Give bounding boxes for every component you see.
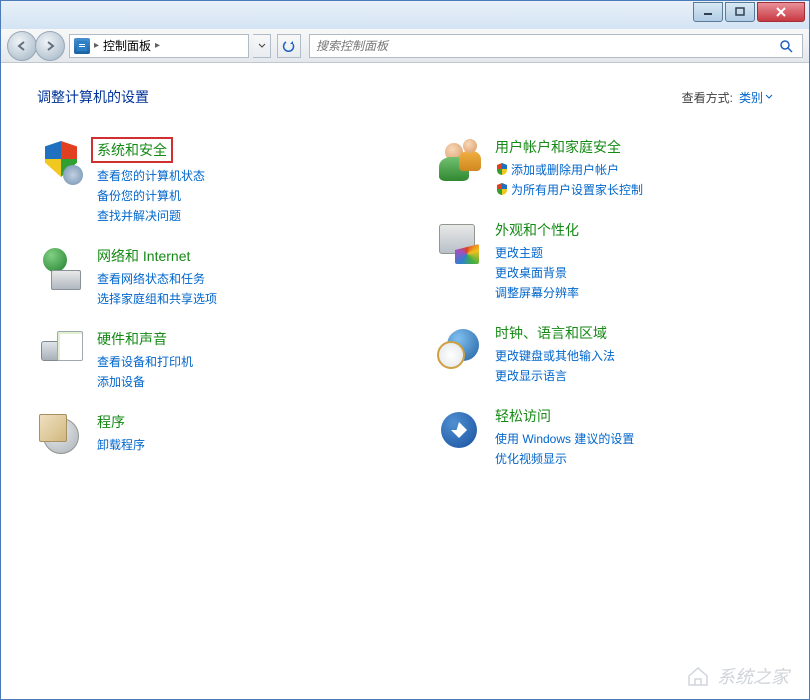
refresh-button[interactable] bbox=[277, 34, 301, 58]
search-icon bbox=[779, 39, 793, 53]
category-item: 程序卸载程序 bbox=[37, 412, 375, 460]
clock-category-icon[interactable] bbox=[435, 323, 483, 371]
content-area: 调整计算机的设置 查看方式: 类别 系统和安全查看您的计算机状态备份您的计算机查… bbox=[1, 63, 809, 493]
appearance-category-icon[interactable] bbox=[435, 220, 483, 268]
house-icon bbox=[685, 664, 711, 688]
network-category-icon[interactable] bbox=[37, 246, 85, 294]
close-icon bbox=[775, 7, 787, 17]
category-title-link[interactable]: 硬件和声音 bbox=[97, 329, 167, 349]
category-title-link[interactable]: 轻松访问 bbox=[495, 406, 551, 426]
page-title: 调整计算机的设置 bbox=[37, 87, 149, 107]
minimize-icon bbox=[703, 8, 713, 16]
search-button[interactable] bbox=[776, 39, 796, 53]
back-button[interactable] bbox=[7, 31, 37, 61]
category-sublink[interactable]: 卸载程序 bbox=[97, 435, 375, 455]
watermark: 系统之家 bbox=[685, 663, 789, 689]
chevron-down-icon bbox=[765, 94, 773, 100]
category-body: 系统和安全查看您的计算机状态备份您的计算机查找并解决问题 bbox=[97, 137, 375, 226]
category-item: 时钟、语言和区域更改键盘或其他输入法更改显示语言 bbox=[435, 323, 773, 386]
category-sublink[interactable]: 查看网络状态和任务 bbox=[97, 269, 375, 289]
category-grid: 系统和安全查看您的计算机状态备份您的计算机查找并解决问题网络和 Internet… bbox=[37, 137, 773, 469]
search-box[interactable] bbox=[309, 34, 803, 58]
uac-shield-icon bbox=[495, 162, 509, 176]
right-column: 用户帐户和家庭安全添加或删除用户帐户为所有用户设置家长控制外观和个性化更改主题更… bbox=[435, 137, 773, 469]
category-title-link[interactable]: 外观和个性化 bbox=[495, 220, 579, 240]
search-input[interactable] bbox=[316, 39, 776, 53]
category-title-link[interactable]: 用户帐户和家庭安全 bbox=[495, 137, 621, 157]
category-sublink[interactable]: 更改桌面背景 bbox=[495, 263, 773, 283]
address-dropdown-button[interactable] bbox=[253, 34, 271, 58]
chevron-down-icon bbox=[258, 43, 266, 49]
window-controls bbox=[693, 1, 805, 22]
category-sublink[interactable]: 更改显示语言 bbox=[495, 366, 773, 386]
chevron-right-icon: ▸ bbox=[94, 40, 99, 51]
shield-category-icon[interactable] bbox=[37, 137, 85, 185]
category-sublink[interactable]: 更改键盘或其他输入法 bbox=[495, 346, 773, 366]
hardware-category-icon[interactable] bbox=[37, 329, 85, 377]
minimize-button[interactable] bbox=[693, 2, 723, 22]
category-title-link[interactable]: 网络和 Internet bbox=[97, 246, 190, 266]
nav-back-forward bbox=[7, 31, 65, 61]
maximize-button[interactable] bbox=[725, 2, 755, 22]
view-mode: 查看方式: 类别 bbox=[682, 89, 773, 106]
category-sublink[interactable]: 为所有用户设置家长控制 bbox=[495, 180, 773, 200]
category-body: 轻松访问使用 Windows 建议的设置优化视频显示 bbox=[495, 406, 773, 469]
uac-shield-icon bbox=[495, 182, 509, 196]
category-item: 硬件和声音查看设备和打印机添加设备 bbox=[37, 329, 375, 392]
forward-arrow-icon bbox=[43, 39, 57, 53]
back-arrow-icon bbox=[15, 39, 29, 53]
category-sublink[interactable]: 添加设备 bbox=[97, 372, 375, 392]
titlebar bbox=[1, 1, 809, 29]
category-sublink[interactable]: 更改主题 bbox=[495, 243, 773, 263]
category-title-link[interactable]: 时钟、语言和区域 bbox=[495, 323, 607, 343]
view-mode-label: 查看方式: bbox=[682, 89, 733, 106]
view-mode-selector[interactable]: 类别 bbox=[739, 89, 773, 106]
category-item: 用户帐户和家庭安全添加或删除用户帐户为所有用户设置家长控制 bbox=[435, 137, 773, 200]
close-button[interactable] bbox=[757, 2, 805, 22]
category-body: 硬件和声音查看设备和打印机添加设备 bbox=[97, 329, 375, 392]
refresh-icon bbox=[282, 39, 296, 53]
category-item: 网络和 Internet 查看网络状态和任务选择家庭组和共享选项 bbox=[37, 246, 375, 309]
category-item: 系统和安全查看您的计算机状态备份您的计算机查找并解决问题 bbox=[37, 137, 375, 226]
view-mode-value: 类别 bbox=[739, 89, 763, 106]
maximize-icon bbox=[735, 7, 745, 17]
category-sublink[interactable]: 查看您的计算机状态 bbox=[97, 166, 375, 186]
navigation-bar: ▸ 控制面板 ▸ bbox=[1, 29, 809, 63]
category-title-link[interactable]: 程序 bbox=[97, 412, 125, 432]
category-item: 轻松访问使用 Windows 建议的设置优化视频显示 bbox=[435, 406, 773, 469]
ease-category-icon[interactable] bbox=[435, 406, 483, 454]
category-sublink[interactable]: 优化视频显示 bbox=[495, 449, 773, 469]
category-body: 网络和 Internet 查看网络状态和任务选择家庭组和共享选项 bbox=[97, 246, 375, 309]
category-sublink[interactable]: 添加或删除用户帐户 bbox=[495, 160, 773, 180]
category-body: 外观和个性化更改主题更改桌面背景调整屏幕分辨率 bbox=[495, 220, 773, 303]
category-item: 外观和个性化更改主题更改桌面背景调整屏幕分辨率 bbox=[435, 220, 773, 303]
category-sublink[interactable]: 备份您的计算机 bbox=[97, 186, 375, 206]
chevron-right-icon: ▸ bbox=[155, 40, 160, 51]
breadcrumb-root[interactable]: 控制面板 bbox=[103, 37, 151, 54]
category-sublink[interactable]: 使用 Windows 建议的设置 bbox=[495, 429, 773, 449]
content-header: 调整计算机的设置 查看方式: 类别 bbox=[37, 87, 773, 107]
watermark-text: 系统之家 bbox=[717, 663, 789, 689]
category-body: 用户帐户和家庭安全添加或删除用户帐户为所有用户设置家长控制 bbox=[495, 137, 773, 200]
programs-category-icon[interactable] bbox=[37, 412, 85, 460]
category-sublink[interactable]: 选择家庭组和共享选项 bbox=[97, 289, 375, 309]
control-panel-window: ▸ 控制面板 ▸ 调整计算机的设置 查看方式: 类别 bbox=[0, 0, 810, 700]
left-column: 系统和安全查看您的计算机状态备份您的计算机查找并解决问题网络和 Internet… bbox=[37, 137, 375, 469]
category-sublink[interactable]: 调整屏幕分辨率 bbox=[495, 283, 773, 303]
category-sublink[interactable]: 查找并解决问题 bbox=[97, 206, 375, 226]
address-bar[interactable]: ▸ 控制面板 ▸ bbox=[69, 34, 249, 58]
category-body: 时钟、语言和区域更改键盘或其他输入法更改显示语言 bbox=[495, 323, 773, 386]
users-category-icon[interactable] bbox=[435, 137, 483, 185]
category-body: 程序卸载程序 bbox=[97, 412, 375, 460]
forward-button[interactable] bbox=[35, 31, 65, 61]
control-panel-icon bbox=[74, 38, 90, 54]
category-sublink[interactable]: 查看设备和打印机 bbox=[97, 352, 375, 372]
category-title-link[interactable]: 系统和安全 bbox=[91, 137, 173, 163]
